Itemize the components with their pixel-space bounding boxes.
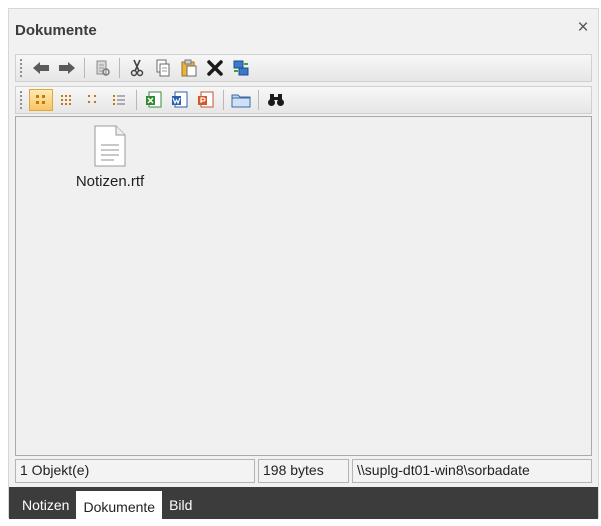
word-icon bbox=[172, 91, 188, 108]
sync-button[interactable] bbox=[90, 57, 114, 79]
toolbar-separator bbox=[119, 58, 120, 78]
large-icons-view-icon bbox=[36, 95, 45, 104]
forward-button[interactable] bbox=[55, 57, 79, 79]
paste-button[interactable] bbox=[177, 57, 201, 79]
rtf-document-icon bbox=[94, 125, 126, 167]
large-icons-view-button[interactable] bbox=[29, 89, 53, 111]
toolbar-grip[interactable] bbox=[19, 90, 23, 110]
details-view-button[interactable] bbox=[107, 89, 131, 111]
small-icons-view-icon bbox=[61, 95, 71, 105]
back-button[interactable] bbox=[29, 57, 53, 79]
delete-icon bbox=[207, 60, 223, 76]
panel-titlebar: Dokumente × bbox=[9, 9, 598, 51]
copy-button[interactable] bbox=[151, 57, 175, 79]
toolbar-separator bbox=[223, 90, 224, 110]
paste-icon bbox=[181, 59, 197, 77]
toolbar-grip[interactable] bbox=[19, 58, 23, 78]
file-item[interactable]: Notizen.rtf bbox=[60, 125, 160, 190]
binoculars-icon bbox=[268, 94, 284, 106]
excel-icon bbox=[146, 91, 162, 108]
search-button[interactable] bbox=[264, 89, 288, 111]
small-icons-view-button[interactable] bbox=[55, 89, 79, 111]
toolbar-separator bbox=[136, 90, 137, 110]
close-icon[interactable]: × bbox=[574, 18, 592, 38]
status-bar: 1 Objekt(e) 198 bytes \\suplg-dt01-win8\… bbox=[15, 459, 592, 483]
list-view-icon bbox=[88, 95, 96, 103]
panel-title: Dokumente bbox=[15, 22, 97, 39]
cut-icon bbox=[130, 59, 144, 77]
file-list-area[interactable]: Notizen.rtf bbox=[15, 116, 592, 456]
tab-bild[interactable]: Bild bbox=[162, 491, 199, 519]
status-object-count: 1 Objekt(e) bbox=[15, 459, 255, 483]
status-path: \\suplg-dt01-win8\sorbadate bbox=[352, 459, 592, 483]
new-word-button[interactable] bbox=[168, 89, 192, 111]
tab-dokumente[interactable]: Dokumente bbox=[76, 491, 163, 519]
toolbar-separator bbox=[84, 58, 85, 78]
copy-icon bbox=[156, 59, 170, 77]
panel-tab-bar: Notizen Dokumente Bild bbox=[9, 487, 598, 519]
network-button[interactable] bbox=[229, 57, 253, 79]
details-view-icon bbox=[113, 95, 125, 105]
new-powerpoint-button[interactable] bbox=[194, 89, 218, 111]
view-toolbar bbox=[15, 86, 592, 114]
file-name: Notizen.rtf bbox=[75, 173, 145, 190]
delete-button[interactable] bbox=[203, 57, 227, 79]
forward-arrow-icon bbox=[59, 62, 75, 74]
list-view-button[interactable] bbox=[81, 89, 105, 111]
new-folder-button[interactable] bbox=[229, 89, 253, 111]
back-arrow-icon bbox=[33, 62, 49, 74]
powerpoint-icon bbox=[198, 91, 214, 108]
sync-icon bbox=[96, 60, 110, 76]
folder-icon bbox=[231, 94, 251, 108]
documents-panel: Dokumente × Notizen.rtf 1 Objekt(e) 198 … bbox=[8, 8, 599, 519]
new-excel-button[interactable] bbox=[142, 89, 166, 111]
toolbar-separator bbox=[258, 90, 259, 110]
network-icon bbox=[233, 60, 249, 76]
status-size: 198 bytes bbox=[258, 459, 349, 483]
navigation-toolbar bbox=[15, 54, 592, 82]
tab-notizen[interactable]: Notizen bbox=[15, 491, 76, 519]
cut-button[interactable] bbox=[125, 57, 149, 79]
